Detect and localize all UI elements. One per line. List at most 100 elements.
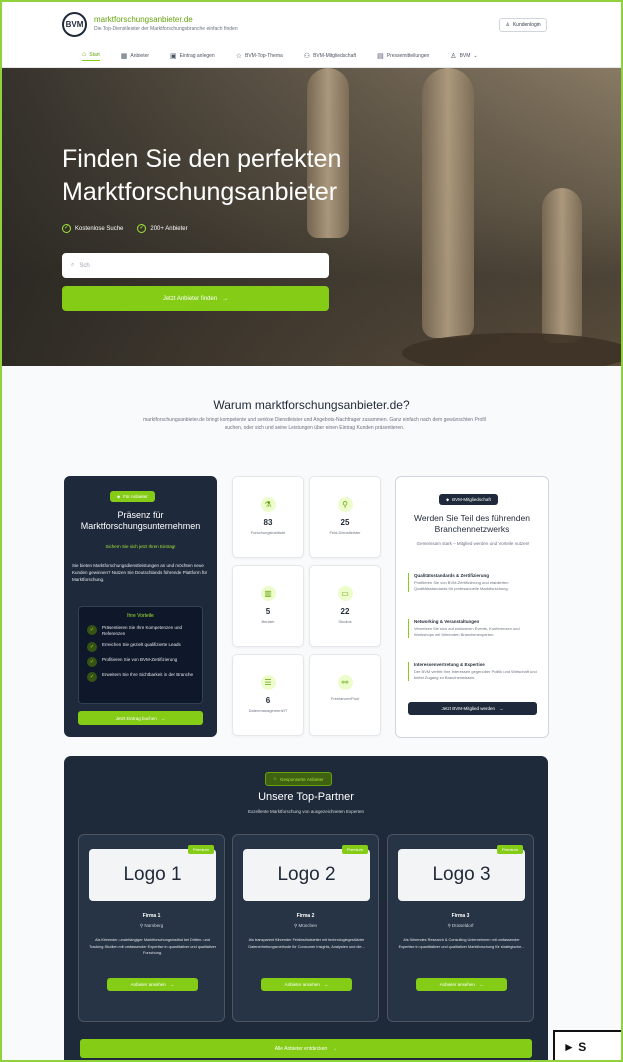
- search-value: Sch: [79, 262, 90, 269]
- view-provider-label: Anbieter ansehen: [439, 982, 475, 987]
- building-icon: ▦: [120, 53, 128, 60]
- membership-section-text: Vernetzen Sie sich auf exklusiven Events…: [414, 626, 520, 637]
- chevron-down-icon: ⌄: [473, 53, 478, 59]
- become-member-button[interactable]: Jetzt BVM-Mitglied werden →: [408, 702, 537, 715]
- nav-item-mitgliedschaft[interactable]: ⚇ BVM-Mitgliedschaft: [304, 51, 356, 61]
- advantage-text: Erreichen Sie gezielt qualifizierte Lead…: [102, 642, 181, 647]
- partner-card-3[interactable]: Logo 3 Premium Firma 3 ⚲ Düsseldorf Als …: [387, 834, 534, 1022]
- membership-section: Networking & Veranstaltungen Vernetzen S…: [408, 619, 540, 638]
- view-provider-button[interactable]: Anbieter ansehen →: [416, 978, 507, 991]
- brand-name[interactable]: marktforschungsanbieter.de: [94, 15, 193, 24]
- check-circle-icon: ✓: [87, 672, 97, 682]
- sponsored-pill: ☆ Gesponserte Anbieter: [265, 772, 332, 786]
- list-item: ✓ Erreichen Sie gezielt qualifizierte Lea…: [87, 642, 202, 652]
- institute-icon: ⚗: [260, 497, 276, 512]
- nav-label: BVM: [459, 53, 471, 59]
- advantages-title: Ihre Vorteile: [127, 613, 154, 619]
- membership-section-heading: Qualitätsstandards & Zertifizierung: [414, 573, 490, 578]
- page-frame: BVM marktforschungsanbieter.de Die Top-D…: [0, 0, 623, 1062]
- members-icon: ⚇: [303, 53, 311, 60]
- nav-item-top-thema[interactable]: ☆ BVM-Top-Thema: [236, 51, 283, 61]
- hero-badge-label: 200+ Anbieter: [150, 225, 188, 232]
- stat-label: Forschungsinstitute: [250, 530, 286, 535]
- stat-value: 25: [340, 518, 350, 527]
- provider-pill: ⬥ Für Anbieter: [110, 491, 155, 502]
- tag-icon: ⬥: [446, 497, 450, 502]
- stat-card-freelancer[interactable]: ⚯ Freelancer/Pool: [309, 654, 381, 736]
- membership-section: Qualitätsstandards & Zertifizierung Prof…: [408, 573, 540, 592]
- arrow-right-icon: →: [332, 1045, 338, 1052]
- advantage-text: Erweitern Sie Ihre Sichtbarkeit in der B…: [102, 672, 194, 677]
- partner-city: ⚲ Nürnberg: [79, 923, 224, 929]
- find-providers-button[interactable]: Jetzt Anbieter finden →: [62, 286, 329, 311]
- login-button[interactable]: ♙ Kundenlogin: [499, 18, 547, 32]
- partner-city-text: Düsseldorf: [452, 923, 474, 928]
- nav-item-anbieter[interactable]: ▦ Anbieter: [121, 51, 149, 61]
- why-text: marktforschungsanbieter.de bringt kompet…: [143, 417, 486, 431]
- arrow-right-icon: →: [478, 982, 484, 987]
- partner-city: ⚲ Düsseldorf: [388, 923, 533, 929]
- sponsored-pill-label: Gesponserte Anbieter: [280, 776, 324, 782]
- hero-badge-label: Kostenlose Suche: [75, 225, 124, 232]
- partner-logo: Logo 1: [89, 849, 216, 901]
- nav-item-eintrag[interactable]: ▣ Eintrag anlegen: [170, 51, 215, 61]
- view-provider-button[interactable]: Anbieter ansehen →: [261, 978, 352, 991]
- check-circle-icon: ✓: [87, 642, 97, 652]
- advantages-box: Ihre Vorteile ✓ Präsentieren Sie Ihre Kom…: [78, 606, 203, 704]
- all-providers-button[interactable]: Alle Anbieter entdecken →: [80, 1039, 532, 1058]
- membership-card: ⬥ BVM-Mitgliedschaft Werden Sie Teil des…: [395, 476, 549, 738]
- membership-section-text: Profitieren Sie von BVM-Zertifizierung u…: [414, 580, 509, 591]
- check-circle-icon: ✓: [62, 224, 71, 233]
- tag-icon: ⬥: [117, 494, 121, 499]
- membership-subtitle: Gemeinsam stark – Mitglied werden und Vo…: [416, 541, 530, 546]
- register-icon: ▣: [170, 53, 177, 60]
- stat-card-forschungsinstitute[interactable]: ⚗ 83 Forschungsinstitute: [232, 476, 304, 558]
- stat-label: Freelancer/Pool: [330, 696, 360, 701]
- nav-item-start[interactable]: ⌂ Start: [82, 51, 100, 61]
- search-icon: ⌕: [71, 262, 75, 268]
- hero-badge: ✓ 200+ Anbieter: [137, 224, 188, 233]
- star-icon: ☆: [235, 53, 242, 60]
- stat-value: 5: [265, 607, 271, 616]
- stat-label: Datenmanagement/IT: [248, 708, 288, 713]
- search-input[interactable]: ⌕ Sch: [62, 253, 329, 278]
- freelancer-icon: ⚯: [337, 675, 353, 690]
- star-icon: ☆: [273, 776, 278, 781]
- membership-section-text: Der BVM vertritt Ihre Interessen gegenüb…: [414, 669, 537, 680]
- nav-label: Pressemitteilungen: [386, 53, 430, 59]
- corner-overlay-label[interactable]: ► S: [553, 1030, 621, 1060]
- arrow-right-icon: →: [222, 295, 229, 302]
- stat-card-feld-dienstleister[interactable]: ⚲ 25 Feld-Dienstleister: [309, 476, 381, 558]
- nav-item-presse[interactable]: ▤ Pressemitteilungen: [377, 51, 429, 61]
- membership-section-heading: Interessenvertretung & Expertise: [414, 662, 485, 667]
- stat-card-studios[interactable]: ▭ 22 Studios: [309, 565, 381, 647]
- become-member-label: Jetzt BVM-Mitglied werden: [441, 706, 496, 711]
- brand-tagline: Die Top-Dienstleister der Marktforschung…: [94, 26, 238, 32]
- nav-item-bvm[interactable]: ♙ BVM ⌄: [450, 51, 477, 61]
- stat-label: Studios: [338, 619, 352, 624]
- user-icon: ♙: [450, 53, 457, 60]
- provider-pill-label: Für Anbieter: [123, 494, 148, 499]
- membership-pill: ⬥ BVM-Mitgliedschaft: [439, 494, 498, 505]
- partner-card-1[interactable]: Logo 1 Premium Firma 1 ⚲ Nürnberg Als fü…: [78, 834, 225, 1022]
- stat-card-datenmanagement[interactable]: ☰ 6 Datenmanagement/IT: [232, 654, 304, 736]
- bvm-logo[interactable]: BVM: [62, 12, 87, 37]
- partner-description: Als führendes Research & Consulting Unte…: [398, 938, 525, 949]
- provider-title: Präsenz für Marktforschungsunternehmen: [80, 510, 201, 531]
- view-provider-button[interactable]: Anbieter ansehen →: [107, 978, 198, 991]
- stat-card-berater[interactable]: ▥ 5 Berater: [232, 565, 304, 647]
- advantages-list: ✓ Präsentieren Sie Ihre Kompetenzen und R…: [87, 625, 202, 682]
- hero-image-log: [402, 333, 621, 366]
- provider-subtitle: Sichern Sie sich jetzt Ihren Eintrag!: [105, 544, 176, 549]
- membership-title: Werden Sie Teil des führenden Branchenne…: [414, 513, 530, 534]
- membership-pill-label: BVM-Mitgliedschaft: [452, 497, 491, 502]
- partner-logo: Logo 2: [243, 849, 370, 901]
- partner-description: Als führender, unabhängiger Marktforschu…: [88, 938, 217, 955]
- nav-label: BVM-Top-Thema: [244, 53, 283, 59]
- partner-card-2[interactable]: Logo 2 Premium Firma 2 ⚲ München Als tra…: [232, 834, 379, 1022]
- book-entry-button[interactable]: Jetzt Eintrag buchen →: [78, 711, 203, 725]
- partner-city-text: Nürnberg: [144, 923, 164, 928]
- login-label: Kundenlogin: [512, 22, 541, 28]
- stat-label: Berater: [261, 619, 275, 624]
- arrow-right-icon: →: [323, 982, 329, 987]
